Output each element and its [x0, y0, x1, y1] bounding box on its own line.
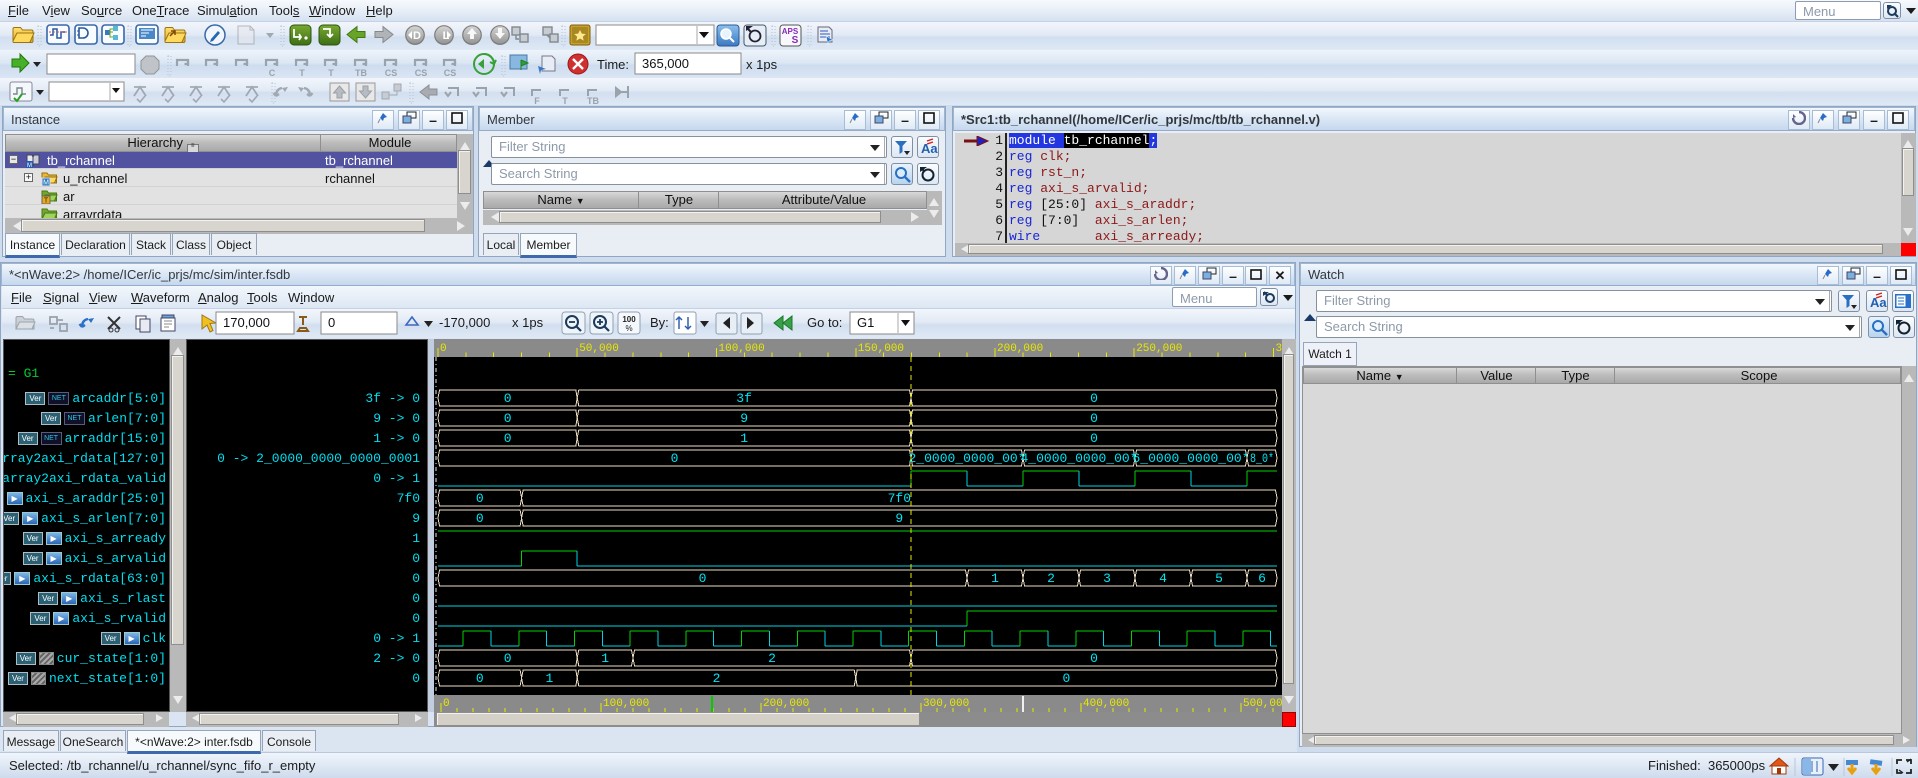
svg-text:9: 9	[740, 411, 748, 426]
svg-text:100,000: 100,000	[603, 698, 649, 710]
svg-text:C: C	[269, 68, 276, 78]
svg-text:1: 1	[601, 651, 609, 666]
svg-text:M: M	[43, 180, 49, 187]
svg-text:400,000: 400,000	[1083, 698, 1129, 710]
svg-text:T: T	[299, 68, 305, 78]
svg-text:CS: CS	[385, 68, 398, 78]
svg-text:0: 0	[504, 651, 512, 666]
svg-text:200,000: 200,000	[997, 343, 1043, 355]
svg-text:1: 1	[545, 671, 553, 686]
svg-text:1: 1	[991, 571, 999, 586]
svg-text:TB: TB	[355, 68, 367, 78]
svg-text:1: 1	[740, 431, 748, 446]
svg-text:3f: 3f	[736, 391, 752, 406]
svg-text:0: 0	[1090, 411, 1098, 426]
svg-text:T: T	[328, 68, 334, 78]
svg-text:Time:: Time:	[597, 57, 629, 72]
svg-text:S: S	[792, 35, 799, 46]
svg-text:500,00: 500,00	[1243, 698, 1282, 710]
svg-text:Go to:: Go to:	[807, 315, 842, 330]
svg-text:3: 3	[1103, 571, 1111, 586]
svg-text:F: F	[534, 96, 540, 105]
svg-text:8_0*: 8_0*	[1250, 451, 1274, 466]
svg-text:0: 0	[443, 698, 450, 710]
svg-text:2_0000_0000_00*: 2_0000_0000_00*	[908, 451, 1025, 466]
svg-text:0: 0	[671, 451, 679, 466]
svg-text:0: 0	[476, 491, 484, 506]
svg-text:By:: By:	[650, 315, 669, 330]
svg-text:T: T	[44, 198, 49, 205]
svg-text:2: 2	[713, 671, 721, 686]
svg-text:x 1ps: x 1ps	[746, 57, 778, 72]
svg-text:%: %	[625, 324, 632, 333]
svg-text:M: M	[27, 163, 32, 168]
svg-text:365,000: 365,000	[642, 56, 689, 71]
svg-text:6: 6	[1258, 571, 1266, 586]
svg-text:2: 2	[768, 651, 776, 666]
svg-text:100,000: 100,000	[719, 343, 765, 355]
svg-text:0: 0	[328, 315, 335, 330]
svg-text:x 1ps: x 1ps	[512, 315, 544, 330]
svg-text:300,000: 300,000	[923, 698, 969, 710]
svg-text:150,000: 150,000	[858, 343, 904, 355]
svg-text:9: 9	[895, 511, 903, 526]
svg-text:50,000: 50,000	[579, 343, 619, 355]
svg-text:200,000: 200,000	[763, 698, 809, 710]
svg-text:D: D	[413, 30, 421, 42]
svg-text:4_0000_0000_00*: 4_0000_0000_00*	[1020, 451, 1137, 466]
svg-text:CS: CS	[415, 68, 428, 78]
svg-text:0: 0	[440, 343, 447, 355]
svg-text:0: 0	[504, 391, 512, 406]
svg-text:2: 2	[1047, 571, 1055, 586]
svg-text:T: T	[562, 96, 568, 105]
svg-text:6_0000_0000_00*: 6_0000_0000_00*	[1132, 451, 1249, 466]
svg-text:7f0: 7f0	[888, 491, 911, 506]
svg-text:0: 0	[476, 511, 484, 526]
svg-text:0: 0	[699, 571, 707, 586]
svg-text:CS: CS	[444, 68, 457, 78]
svg-text:0: 0	[1090, 431, 1098, 446]
svg-text:0: 0	[504, 411, 512, 426]
svg-text:4: 4	[1159, 571, 1167, 586]
svg-text:5: 5	[1215, 571, 1223, 586]
svg-text:0: 0	[1062, 671, 1070, 686]
svg-text:250,000: 250,000	[1136, 343, 1182, 355]
svg-text:100: 100	[622, 315, 636, 324]
svg-text:G1: G1	[857, 315, 874, 330]
svg-text:TB: TB	[587, 96, 599, 105]
svg-text:0: 0	[1090, 651, 1098, 666]
svg-text:0: 0	[1090, 391, 1098, 406]
svg-text:170,000: 170,000	[223, 315, 270, 330]
svg-text:-170,000: -170,000	[439, 315, 490, 330]
svg-text:0: 0	[504, 431, 512, 446]
svg-text:0: 0	[476, 671, 484, 686]
